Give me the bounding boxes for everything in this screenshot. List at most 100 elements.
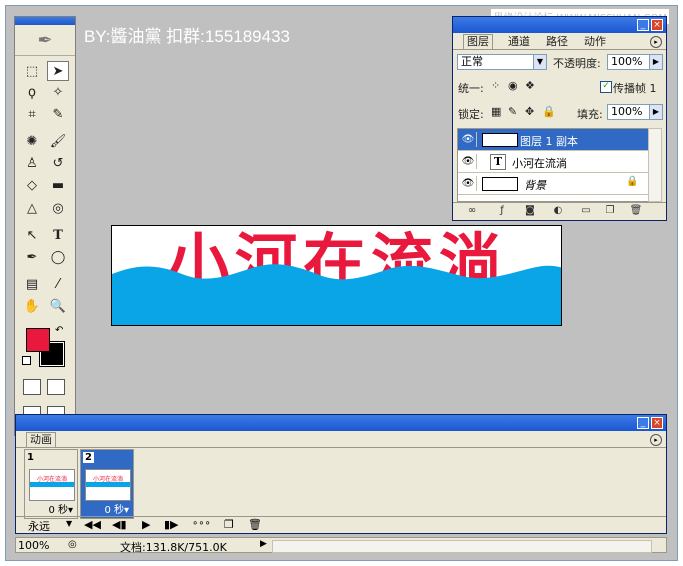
tab-actions[interactable]: 动作: [581, 35, 609, 49]
visibility-eye-icon[interactable]: 👁: [460, 154, 477, 169]
layers-panel: _ × 图层 通道 路径 动作 ▸ 正常 ▼ 不透明度: 100% ▶ 统一: …: [452, 16, 667, 221]
fill-arrow-icon[interactable]: ▶: [649, 104, 663, 120]
tab-animation[interactable]: 动画: [26, 432, 56, 447]
move-tool-icon[interactable]: ➤: [47, 61, 69, 81]
delete-frame-icon[interactable]: 🗑: [248, 518, 262, 531]
history-brush-icon[interactable]: ↺: [47, 153, 69, 173]
visibility-eye-icon[interactable]: 👁: [460, 132, 477, 147]
panel-menu-icon[interactable]: ▸: [650, 434, 662, 446]
status-bar: 100% ◎ 文档:131.8K/751.0K ▶: [15, 537, 667, 554]
blur-tool-icon[interactable]: △: [21, 198, 43, 218]
unify-style-icon[interactable]: ❖: [525, 79, 535, 92]
tab-layers[interactable]: 图层: [463, 34, 493, 49]
path-select-icon[interactable]: ↖: [21, 225, 43, 245]
loop-select[interactable]: 永远: [28, 518, 50, 534]
layer-row[interactable]: 👁 图层 1 副本: [458, 129, 650, 151]
visibility-eye-icon[interactable]: 👁: [460, 176, 477, 191]
prev-frame-icon[interactable]: ◀▮: [112, 518, 127, 531]
panel-menu-icon[interactable]: ▸: [650, 36, 662, 48]
shape-tool-icon[interactable]: ◯: [47, 247, 69, 267]
opacity-arrow-icon[interactable]: ▶: [649, 54, 663, 70]
close-icon[interactable]: ×: [651, 417, 663, 429]
standard-mode-icon[interactable]: [23, 379, 41, 395]
layer-row[interactable]: 👁 背景 🔒: [458, 173, 650, 195]
next-frame-icon[interactable]: ▮▶: [164, 518, 179, 531]
document-canvas[interactable]: 小河在流淌: [111, 225, 562, 326]
duplicate-frame-icon[interactable]: ❐: [224, 518, 234, 531]
play-icon[interactable]: ▶: [142, 518, 150, 531]
watermark-text: BY:醬油黨 扣群:155189433: [84, 27, 291, 46]
tween-icon[interactable]: ∘∘∘: [192, 518, 211, 529]
frame-delay[interactable]: 0 秒▾: [48, 501, 73, 516]
new-layer-icon[interactable]: ❐: [603, 205, 617, 217]
propagate-frame-checkbox[interactable]: ✓: [600, 81, 612, 93]
new-group-icon[interactable]: ▭: [579, 205, 593, 217]
lock-pixels-icon[interactable]: ✎: [508, 105, 517, 118]
gradient-tool-icon[interactable]: ▬: [47, 175, 69, 195]
zoom-tool-icon[interactable]: 🔍: [47, 296, 69, 316]
quick-mask-icon[interactable]: [47, 379, 65, 395]
tab-paths[interactable]: 路径: [543, 35, 571, 49]
eyedropper-tool-icon[interactable]: ⁄: [47, 274, 69, 294]
tab-channels[interactable]: 通道: [505, 35, 533, 49]
status-menu-arrow-icon[interactable]: ▶: [260, 539, 267, 549]
layer-name: 小河在流淌: [512, 157, 567, 170]
frame-thumb-water: [30, 482, 74, 487]
lock-all-icon[interactable]: 🔒: [542, 105, 556, 118]
layers-scrollbar[interactable]: [648, 128, 662, 202]
minimize-icon[interactable]: _: [637, 19, 649, 31]
unify-visibility-icon[interactable]: ◉: [508, 79, 518, 92]
brush-tool-icon[interactable]: 🖌: [47, 131, 69, 151]
foreground-color-swatch[interactable]: [26, 328, 50, 352]
dodge-tool-icon[interactable]: ◎: [47, 198, 69, 218]
document-size: 文档:131.8K/751.0K: [120, 541, 227, 554]
layer-name: 图层 1 副本: [520, 135, 578, 148]
first-frame-icon[interactable]: ◀◀: [84, 518, 101, 531]
status-info-icon[interactable]: ◎: [68, 539, 77, 550]
animation-frame[interactable]: 1 小河在流淌 0 秒▾: [24, 449, 78, 519]
lasso-tool-icon[interactable]: ϙ: [21, 82, 43, 102]
layer-mask-icon[interactable]: ◙: [523, 205, 537, 217]
loop-arrow-icon[interactable]: ▼: [66, 519, 72, 528]
adjustment-layer-icon[interactable]: ◐: [551, 205, 565, 217]
pen-tool-icon[interactable]: ✒: [21, 247, 43, 267]
blend-row: 正常 ▼ 不透明度: 100% ▶: [453, 53, 666, 75]
feather-logo-icon[interactable]: ✒: [15, 25, 75, 56]
toolbox-titlebar[interactable]: [15, 17, 75, 25]
healing-brush-icon[interactable]: ✺: [21, 131, 43, 151]
notes-tool-icon[interactable]: ▤: [21, 274, 43, 294]
layer-thumbnail: [482, 177, 518, 191]
lock-transparency-icon[interactable]: ▦: [491, 105, 501, 118]
layer-row[interactable]: 👁 T 小河在流淌: [458, 151, 650, 173]
close-icon[interactable]: ×: [651, 19, 663, 31]
hand-tool-icon[interactable]: ✋: [21, 296, 43, 316]
unify-position-icon[interactable]: ⁘: [491, 79, 500, 92]
default-colors-icon[interactable]: [22, 356, 31, 365]
type-tool-icon[interactable]: T: [47, 225, 69, 245]
link-layers-icon[interactable]: ∞: [465, 205, 479, 217]
minimize-icon[interactable]: _: [637, 417, 649, 429]
eraser-tool-icon[interactable]: ◇: [21, 175, 43, 195]
magic-wand-tool-icon[interactable]: ✧: [47, 82, 69, 102]
slice-tool-icon[interactable]: ✎: [47, 104, 69, 124]
horizontal-scrollbar[interactable]: [272, 540, 652, 553]
frame-number: 2: [83, 452, 94, 463]
delete-layer-icon[interactable]: 🗑: [629, 205, 643, 217]
zoom-level[interactable]: 100%: [18, 539, 49, 552]
layers-bottom-bar: ∞ ƒ ◙ ◐ ▭ ❐ 🗑: [453, 202, 666, 220]
crop-tool-icon[interactable]: ⌗: [21, 104, 43, 124]
blend-mode-arrow-icon[interactable]: ▼: [533, 54, 547, 70]
animation-panel-titlebar[interactable]: _ ×: [16, 415, 666, 431]
stamp-tool-icon[interactable]: ♙: [21, 153, 43, 173]
marquee-tool-icon[interactable]: ⬚: [21, 61, 43, 81]
layer-style-icon[interactable]: ƒ: [495, 205, 509, 217]
fill-input[interactable]: 100%: [607, 104, 651, 120]
opacity-label: 不透明度:: [553, 57, 601, 70]
swap-colors-icon[interactable]: ↶: [55, 325, 63, 336]
opacity-input[interactable]: 100%: [607, 54, 651, 70]
layers-panel-titlebar[interactable]: _ ×: [453, 17, 666, 33]
frame-delay[interactable]: 0 秒▾: [104, 501, 129, 516]
layer-name: 背景: [524, 179, 546, 192]
lock-position-icon[interactable]: ✥: [525, 105, 534, 118]
animation-frame[interactable]: 2 小河在流淌 0 秒▾: [80, 449, 134, 519]
